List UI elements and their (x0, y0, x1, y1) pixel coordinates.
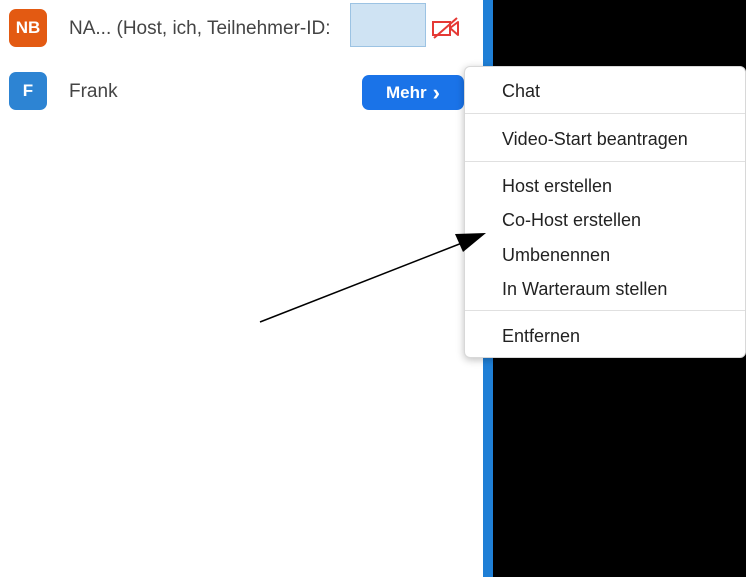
menu-separator (465, 113, 745, 114)
menu-item-make-cohost[interactable]: Co-Host erstellen (502, 210, 641, 231)
avatar: NB (9, 9, 47, 47)
participants-panel: NB NA... (Host, ich, Teilnehmer-ID: F Fr… (0, 0, 483, 577)
menu-item-make-host[interactable]: Host erstellen (502, 176, 612, 197)
menu-item-rename[interactable]: Umbenennen (502, 245, 610, 266)
participant-name: NA... (Host, ich, Teilnehmer-ID: (69, 18, 331, 39)
avatar-initials: NB (15, 18, 41, 37)
menu-separator (465, 310, 745, 311)
more-button-label: Mehr (386, 82, 427, 102)
avatar: F (9, 72, 47, 110)
participant-name: Frank (69, 81, 118, 102)
chevron-right-icon: › (432, 79, 440, 105)
menu-item-waiting-room[interactable]: In Warteraum stellen (502, 279, 667, 300)
video-off-icon[interactable] (431, 17, 461, 39)
avatar-initials: F (22, 81, 34, 100)
participant-context-menu: Chat Video-Start beantragen Host erstell… (464, 66, 746, 358)
menu-item-chat[interactable]: Chat (502, 81, 540, 102)
menu-item-request-video[interactable]: Video-Start beantragen (502, 129, 688, 150)
participant-id-field (350, 3, 426, 47)
menu-separator (465, 161, 745, 162)
more-button[interactable]: Mehr › (362, 75, 464, 110)
menu-item-remove[interactable]: Entfernen (502, 326, 580, 347)
